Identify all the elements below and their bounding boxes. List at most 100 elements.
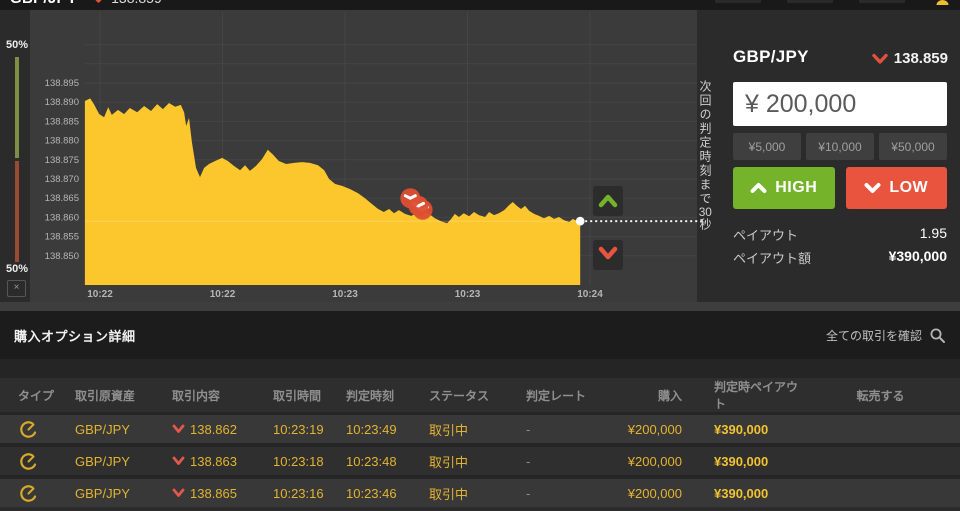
- svg-text:138.860: 138.860: [45, 212, 79, 223]
- trade-direction-down-icon: [172, 424, 185, 433]
- sentiment-low-bar: [15, 161, 19, 262]
- purchase-cell: ¥200,000: [627, 421, 682, 437]
- up-chevron-icon: [750, 183, 767, 193]
- column-header: 購入: [657, 388, 682, 403]
- column-header: 転売する: [856, 388, 905, 403]
- svg-text:138.865: 138.865: [45, 193, 79, 204]
- payout-amount-value: ¥390,000: [888, 248, 947, 264]
- status-cell: 取引中: [429, 454, 469, 470]
- column-header: 取引原資産: [75, 388, 136, 403]
- option-type-gauge-icon: [20, 484, 37, 502]
- search-icon: [930, 328, 945, 343]
- amount-chip-50000[interactable]: ¥50,000: [879, 133, 947, 160]
- status-cell: 取引中: [429, 486, 469, 502]
- trade-type-cell: [0, 483, 66, 504]
- payout-value: 1.95: [919, 225, 947, 241]
- svg-text:138.885: 138.885: [45, 116, 79, 127]
- payout-row: ペイアウト 1.95: [720, 225, 960, 244]
- decision-time-cell: 10:23:49: [346, 421, 397, 437]
- current-price-dot: [575, 216, 585, 226]
- view-all-trades-link[interactable]: 全ての取引を確認: [826, 327, 946, 344]
- amount-chip-10000[interactable]: ¥10,000: [806, 133, 874, 160]
- svg-text:138.880: 138.880: [45, 136, 79, 147]
- payout-amount-row: ペイアウト額 ¥390,000: [720, 248, 960, 267]
- low-trade-marker: [400, 188, 421, 209]
- price-down-icon: [872, 53, 888, 64]
- decision-rate-cell: -: [526, 485, 531, 501]
- gauge-close-button[interactable]: ×: [7, 280, 26, 297]
- svg-text:138.895: 138.895: [45, 78, 79, 89]
- payout-label: ペイアウト: [733, 228, 799, 243]
- decision-time-cell: 10:23:48: [346, 453, 397, 469]
- svg-text:10:22: 10:22: [210, 289, 236, 300]
- next-decision-countdown: 次回の判定時刻まで30秒: [698, 80, 712, 232]
- trade-direction-down-icon: [172, 488, 185, 497]
- trade-time-cell: 10:23:18: [273, 453, 324, 469]
- trade-detail-cell: 138.863: [156, 454, 251, 469]
- topbar-symbol: GBP/JPY: [10, 0, 77, 7]
- column-header: ステータス: [429, 388, 490, 403]
- column-header: 判定レート: [526, 388, 587, 403]
- payout-cell: ¥390,000: [714, 485, 769, 501]
- section-title: 購入オプション詳細: [14, 328, 136, 344]
- trade-detail-cell: 138.865: [156, 486, 251, 501]
- option-type-gauge-icon: [20, 452, 37, 470]
- sentiment-high-percent: 50%: [5, 39, 29, 51]
- table-row[interactable]: GBP/JPY 138.863 10:23:18 10:23:48 取引中 - …: [0, 447, 960, 475]
- trade-time-cell: 10:23:19: [273, 421, 324, 437]
- trades-table-header: タイプ 取引原資産 取引内容 取引時間 判定時刻 ステータス 判定レート 購入 判定時ペイアウト…: [0, 378, 960, 412]
- trade-panel: GBP/JPY 138.859 ¥5,000 ¥10,000 ¥50,000 H…: [720, 10, 960, 305]
- column-header: タイプ: [18, 388, 55, 403]
- svg-text:138.875: 138.875: [45, 155, 79, 166]
- amount-input[interactable]: [733, 82, 947, 126]
- low-button[interactable]: LOW: [845, 167, 947, 209]
- topbar-menu-fragment[interactable]: [715, 0, 761, 3]
- top-bar: GBP/JPY 138.859: [0, 0, 960, 10]
- high-badge[interactable]: [593, 186, 623, 216]
- chart-footer-strip: [0, 302, 960, 311]
- payout-cell: ¥390,000: [714, 453, 769, 469]
- trade-type-cell: [0, 451, 66, 472]
- purchase-cell: ¥200,000: [627, 453, 682, 469]
- panel-symbol: GBP/JPY: [733, 47, 809, 66]
- svg-text:10:23: 10:23: [332, 289, 358, 300]
- high-button[interactable]: HIGH: [733, 167, 835, 209]
- quick-amounts: ¥5,000 ¥10,000 ¥50,000: [733, 133, 947, 160]
- asset-cell: GBP/JPY: [75, 485, 130, 501]
- column-header: 判定時刻: [346, 388, 395, 403]
- column-header: 取引時間: [273, 388, 322, 403]
- payout-amount-label: ペイアウト額: [733, 251, 812, 266]
- trade-time-cell: 10:23:16: [273, 485, 324, 501]
- sentiment-gauge: [15, 57, 19, 262]
- purchase-cell: ¥200,000: [627, 485, 682, 501]
- down-chevron-icon: [864, 183, 881, 193]
- panel-price: 138.859: [872, 50, 948, 67]
- asset-cell: GBP/JPY: [75, 453, 130, 469]
- topbar-menu-fragment[interactable]: [787, 0, 833, 3]
- amount-chip-5000[interactable]: ¥5,000: [733, 133, 801, 160]
- section-bar: 購入オプション詳細 全ての取引を確認: [0, 311, 960, 359]
- svg-text:138.890: 138.890: [45, 97, 79, 108]
- option-type-gauge-icon: [20, 420, 37, 438]
- svg-text:138.850: 138.850: [45, 251, 79, 262]
- trade-detail-cell: 138.862: [156, 422, 251, 437]
- column-header: 取引内容: [172, 388, 221, 403]
- status-cell: 取引中: [429, 422, 469, 438]
- column-header: 判定時ペイアウト: [714, 380, 799, 411]
- trade-type-cell: [0, 419, 66, 440]
- price-down-icon: [91, 0, 106, 4]
- sentiment-low-percent: 50%: [5, 263, 29, 275]
- topbar-price: 138.859: [111, 0, 162, 6]
- svg-text:138.870: 138.870: [45, 174, 79, 185]
- decision-time-cell: 10:23:46: [346, 485, 397, 501]
- svg-text:10:22: 10:22: [87, 289, 113, 300]
- account-icon[interactable]: [935, 0, 950, 6]
- svg-text:10:23: 10:23: [455, 289, 481, 300]
- table-row[interactable]: GBP/JPY 138.865 10:23:16 10:23:46 取引中 - …: [0, 479, 960, 507]
- payout-cell: ¥390,000: [714, 421, 769, 437]
- table-row[interactable]: GBP/JPY 138.862 10:23:19 10:23:49 取引中 - …: [0, 415, 960, 443]
- svg-text:10:24: 10:24: [577, 289, 603, 300]
- topbar-menu-fragment[interactable]: [859, 0, 905, 3]
- low-badge[interactable]: [593, 240, 623, 270]
- sentiment-high-bar: [15, 57, 19, 158]
